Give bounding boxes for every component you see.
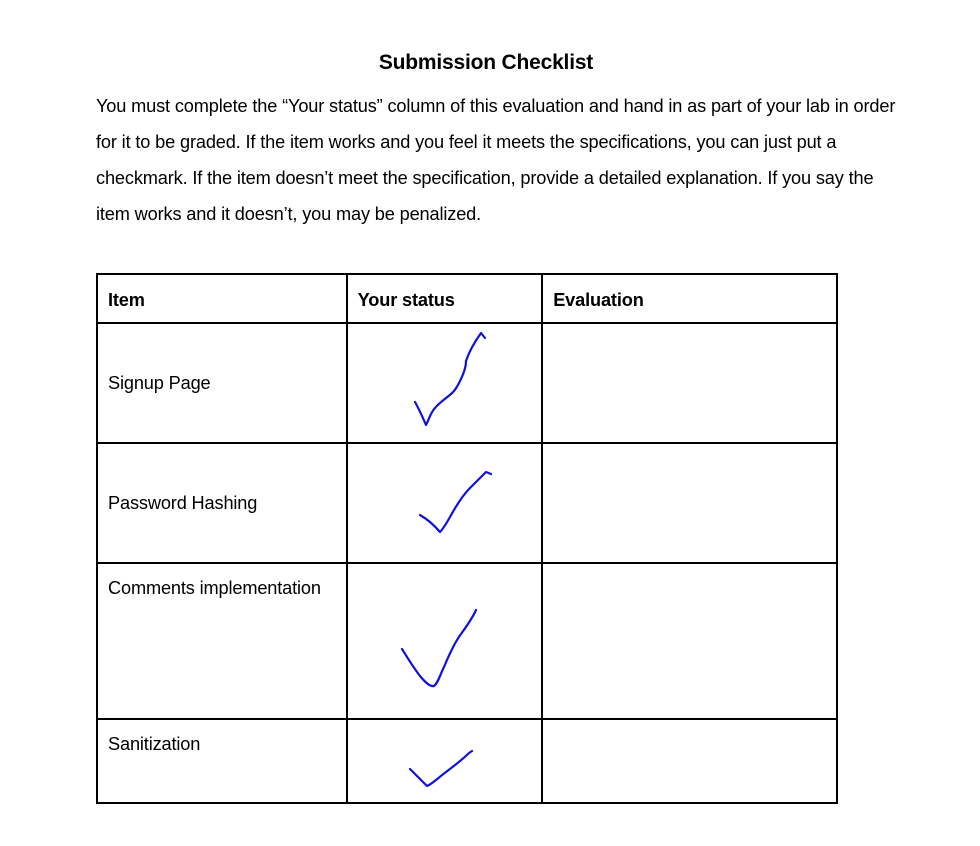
table-header-row: Item Your status Evaluation (96, 273, 838, 324)
status-cell[interactable] (345, 718, 544, 804)
item-cell: Sanitization (96, 718, 348, 804)
table-row: Comments implementation (96, 562, 838, 720)
table-row: Signup Page (96, 322, 838, 444)
item-cell: Signup Page (96, 322, 348, 444)
status-cell[interactable] (345, 562, 544, 720)
handwritten-checkmark-icon (408, 749, 473, 788)
instructions-paragraph: You must complete the “Your status” colu… (96, 96, 896, 224)
header-item: Item (96, 273, 348, 324)
handwritten-checkmark-icon (418, 470, 492, 534)
evaluation-cell[interactable] (541, 442, 838, 564)
table-row: Sanitization (96, 718, 838, 804)
evaluation-cell[interactable] (541, 322, 838, 444)
header-evaluation: Evaluation (541, 273, 838, 324)
evaluation-cell[interactable] (541, 562, 838, 720)
table-row: Password Hashing (96, 442, 838, 564)
item-cell: Comments implementation (96, 562, 348, 720)
handwritten-checkmark-icon (413, 331, 486, 427)
evaluation-cell[interactable] (541, 718, 838, 804)
header-your-status: Your status (345, 273, 544, 324)
page-title: Submission Checklist (378, 51, 594, 74)
status-cell[interactable] (345, 322, 544, 444)
handwritten-checkmark-icon (400, 608, 477, 688)
item-cell: Password Hashing (96, 442, 348, 564)
submission-checklist-table: Item Your status Evaluation Signup Page … (96, 273, 838, 804)
status-cell[interactable] (345, 442, 544, 564)
